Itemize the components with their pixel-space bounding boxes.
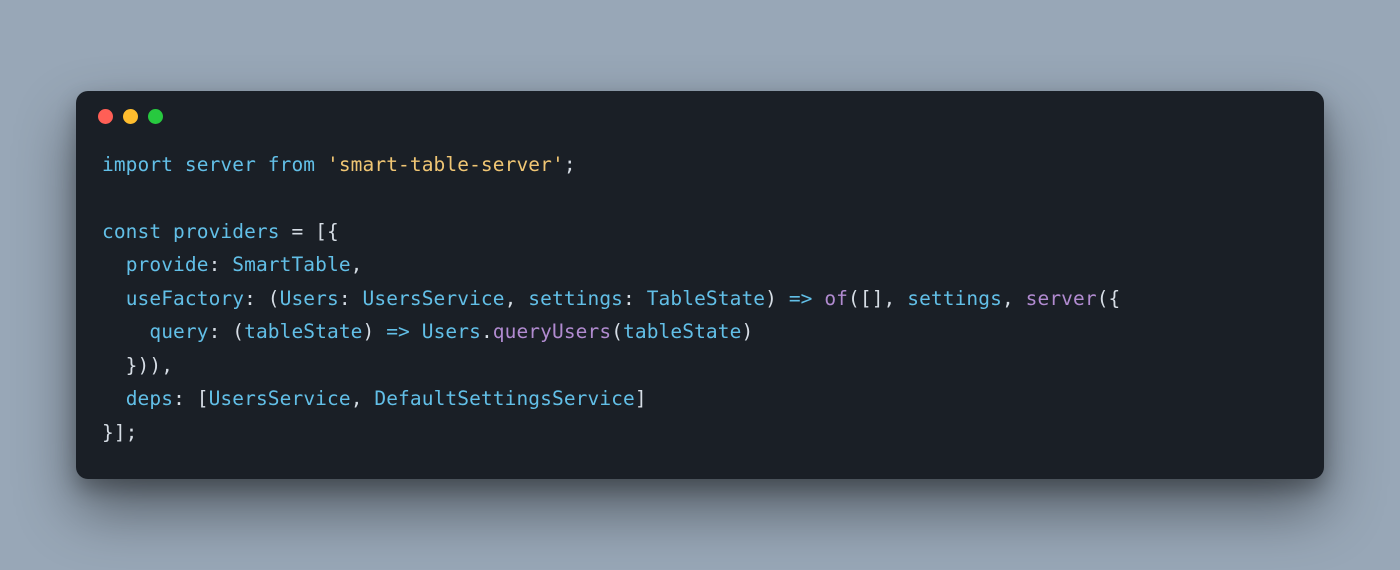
code-token: providers — [173, 220, 280, 243]
code-token — [256, 153, 268, 176]
code-token: , — [505, 287, 529, 310]
code-block: import server from 'smart-table-server';… — [76, 130, 1324, 480]
code-token: deps — [126, 387, 173, 410]
code-token: of — [824, 287, 848, 310]
code-token: const — [102, 220, 161, 243]
traffic-light-close-icon[interactable] — [98, 109, 113, 124]
code-token — [102, 253, 126, 276]
code-token — [635, 287, 647, 310]
code-token: , — [351, 253, 363, 276]
code-token: query — [149, 320, 208, 343]
code-token: queryUsers — [493, 320, 611, 343]
code-token: settings — [907, 287, 1002, 310]
code-token — [374, 320, 386, 343]
code-token — [813, 287, 825, 310]
code-token: Users — [422, 320, 481, 343]
code-token — [777, 287, 789, 310]
code-token: server — [1026, 287, 1097, 310]
code-token: [ — [185, 387, 209, 410]
code-token: server — [185, 153, 256, 176]
code-window: import server from 'smart-table-server';… — [76, 91, 1324, 480]
code-token: 'smart-table-server' — [327, 153, 564, 176]
code-token: SmartTable — [232, 253, 350, 276]
code-token: ) — [765, 287, 777, 310]
code-token: . — [481, 320, 493, 343]
code-token: UsersService — [363, 287, 505, 310]
code-token: : — [209, 320, 221, 343]
traffic-light-zoom-icon[interactable] — [148, 109, 163, 124]
code-token: ({ — [1097, 287, 1121, 310]
code-token: : — [623, 287, 635, 310]
code-token: DefaultSettingsService — [374, 387, 634, 410]
code-token: TableState — [647, 287, 765, 310]
code-token: ] — [635, 387, 647, 410]
code-token — [161, 220, 173, 243]
code-token: ([], — [848, 287, 907, 310]
traffic-light-minimize-icon[interactable] — [123, 109, 138, 124]
code-token — [102, 287, 126, 310]
code-token: tableState — [623, 320, 741, 343]
code-token: }]; — [102, 421, 138, 444]
code-token: ( — [220, 320, 244, 343]
code-token: Users — [280, 287, 339, 310]
code-token — [351, 287, 363, 310]
code-token — [315, 153, 327, 176]
code-token: from — [268, 153, 315, 176]
code-token — [410, 320, 422, 343]
code-token: , — [351, 387, 375, 410]
code-token: => — [386, 320, 410, 343]
code-token: useFactory — [126, 287, 244, 310]
code-token: : — [209, 253, 221, 276]
code-token: ) — [363, 320, 375, 343]
code-token: provide — [126, 253, 209, 276]
code-token: UsersService — [209, 387, 351, 410]
code-token: ; — [564, 153, 576, 176]
code-token: settings — [528, 287, 623, 310]
code-token: = [{ — [280, 220, 339, 243]
code-token — [220, 253, 232, 276]
code-token: tableState — [244, 320, 362, 343]
code-token: import — [102, 153, 173, 176]
code-token: => — [789, 287, 813, 310]
code-token: : — [339, 287, 351, 310]
code-token — [102, 320, 149, 343]
code-token: ) — [741, 320, 753, 343]
window-titlebar — [76, 91, 1324, 130]
code-token: , — [1002, 287, 1026, 310]
code-token — [102, 387, 126, 410]
code-token: ( — [256, 287, 280, 310]
code-token — [173, 153, 185, 176]
code-token: : — [173, 387, 185, 410]
code-token: ( — [611, 320, 623, 343]
code-token: : — [244, 287, 256, 310]
code-token: })), — [102, 354, 173, 377]
